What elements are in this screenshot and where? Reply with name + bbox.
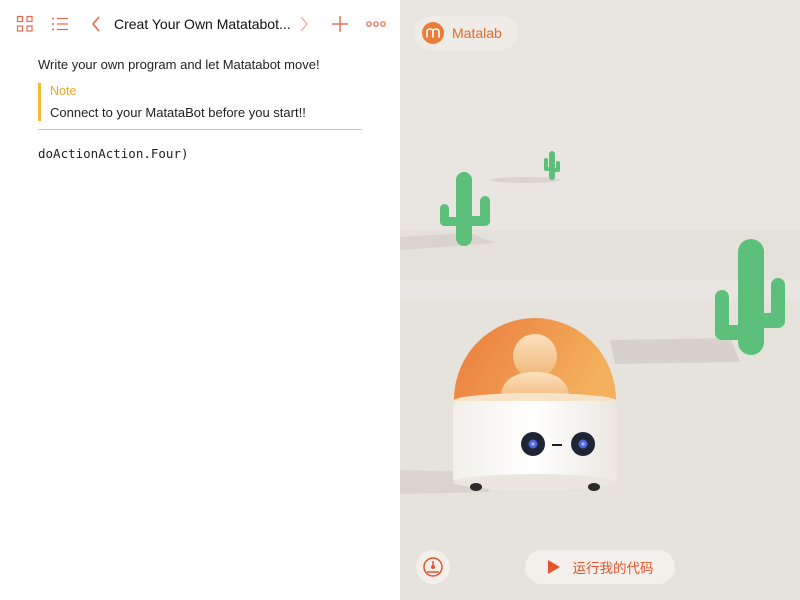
robot-figure-head xyxy=(513,334,557,378)
matalab-logo-icon xyxy=(422,22,444,44)
note-title: Note xyxy=(50,84,77,98)
play-icon xyxy=(547,560,560,574)
cactus-shadow xyxy=(610,338,740,364)
run-code-button[interactable]: 运行我的代码 xyxy=(525,550,675,584)
back-icon[interactable] xyxy=(85,13,107,35)
robot-stage: Matalab 运行我的代码 xyxy=(400,0,800,600)
speed-button[interactable] xyxy=(416,550,450,584)
document-title: Creat Your Own Matatabot... xyxy=(114,16,291,32)
matalab-label: Matalab xyxy=(452,25,502,41)
matatabot-robot xyxy=(453,318,617,491)
robot-wheel xyxy=(470,483,482,491)
add-icon[interactable] xyxy=(329,13,351,35)
toolbar: Creat Your Own Matatabot... xyxy=(0,0,400,50)
forward-icon[interactable] xyxy=(293,13,315,35)
desert-scene xyxy=(400,0,800,600)
speedometer-icon xyxy=(423,557,443,577)
more-icon[interactable] xyxy=(365,13,387,35)
code-line[interactable]: doActionAction.Four) xyxy=(38,146,189,161)
note-callout: Note Connect to your MatataBot before yo… xyxy=(38,83,362,121)
list-icon[interactable] xyxy=(49,13,71,35)
code-editor-pane: Creat Your Own Matatabot... Write your o… xyxy=(0,0,400,600)
robot-mouth xyxy=(552,444,562,446)
grid-icon[interactable] xyxy=(14,13,36,35)
robot-wheel xyxy=(588,483,600,491)
divider xyxy=(38,129,362,130)
instruction-text: Write your own program and let Matatabot… xyxy=(38,57,320,72)
matalab-badge[interactable]: Matalab xyxy=(414,16,518,50)
note-body: Connect to your MatataBot before you sta… xyxy=(50,105,306,120)
run-code-label: 运行我的代码 xyxy=(572,561,654,576)
